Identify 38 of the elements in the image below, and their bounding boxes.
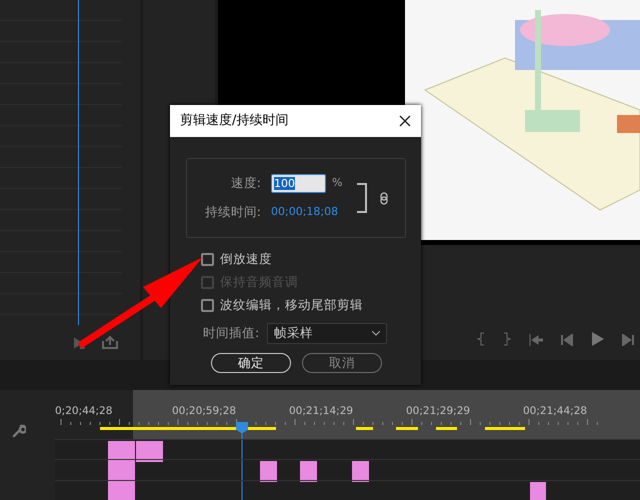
ok-button[interactable]: 确定 [211, 353, 291, 373]
cancel-button[interactable]: 取消 [302, 353, 382, 373]
interpolation-label: 时间插值: [203, 324, 260, 342]
step-forward-icon[interactable] [622, 334, 634, 346]
video-clip[interactable] [136, 440, 163, 462]
wrench-icon[interactable] [12, 424, 26, 438]
percent-unit: % [332, 175, 342, 192]
play-icon[interactable] [591, 332, 604, 346]
interpolation-dropdown[interactable]: 帧采样 [267, 323, 388, 344]
timecode: 00;21;44;28 [523, 404, 588, 419]
timecode: 00;21;14;29 [289, 404, 354, 419]
checkbox-option[interactable]: 倒放速度 [201, 248, 421, 271]
link-bracket-icon [356, 183, 368, 213]
speed-label: 速度: [230, 174, 261, 192]
speed-input-field[interactable]: 100 [271, 174, 326, 194]
mark-out-icon[interactable] [503, 332, 511, 346]
close-button[interactable] [399, 115, 411, 127]
chain-link-icon[interactable] [380, 192, 388, 204]
export-icon[interactable] [102, 336, 118, 349]
video-clip[interactable] [530, 482, 546, 500]
timecode: 0;20;44;28 [55, 404, 114, 419]
video-clip[interactable] [352, 461, 369, 482]
mark-in-icon[interactable] [477, 332, 485, 346]
step-back-icon[interactable] [561, 334, 573, 346]
video-clip[interactable] [260, 461, 277, 482]
video-clip[interactable] [108, 461, 135, 482]
duration-value[interactable]: 00;00;18;08 [271, 204, 338, 221]
duration-label: 持续时间: [204, 203, 261, 222]
checkbox-option[interactable]: 波纹编辑，移动尾部剪辑 [201, 294, 421, 317]
playhead[interactable] [236, 422, 248, 500]
timecode: 00;20;59;28 [172, 404, 238, 419]
go-to-in-icon[interactable] [529, 334, 543, 346]
caret-icon [372, 331, 380, 336]
video-clip[interactable] [108, 440, 135, 462]
video-clip[interactable] [108, 482, 135, 500]
dialog-title: 剪辑速度/持续时间 [180, 112, 288, 130]
timecode: 00;21;29;29 [406, 404, 472, 419]
video-clip[interactable] [300, 461, 317, 482]
